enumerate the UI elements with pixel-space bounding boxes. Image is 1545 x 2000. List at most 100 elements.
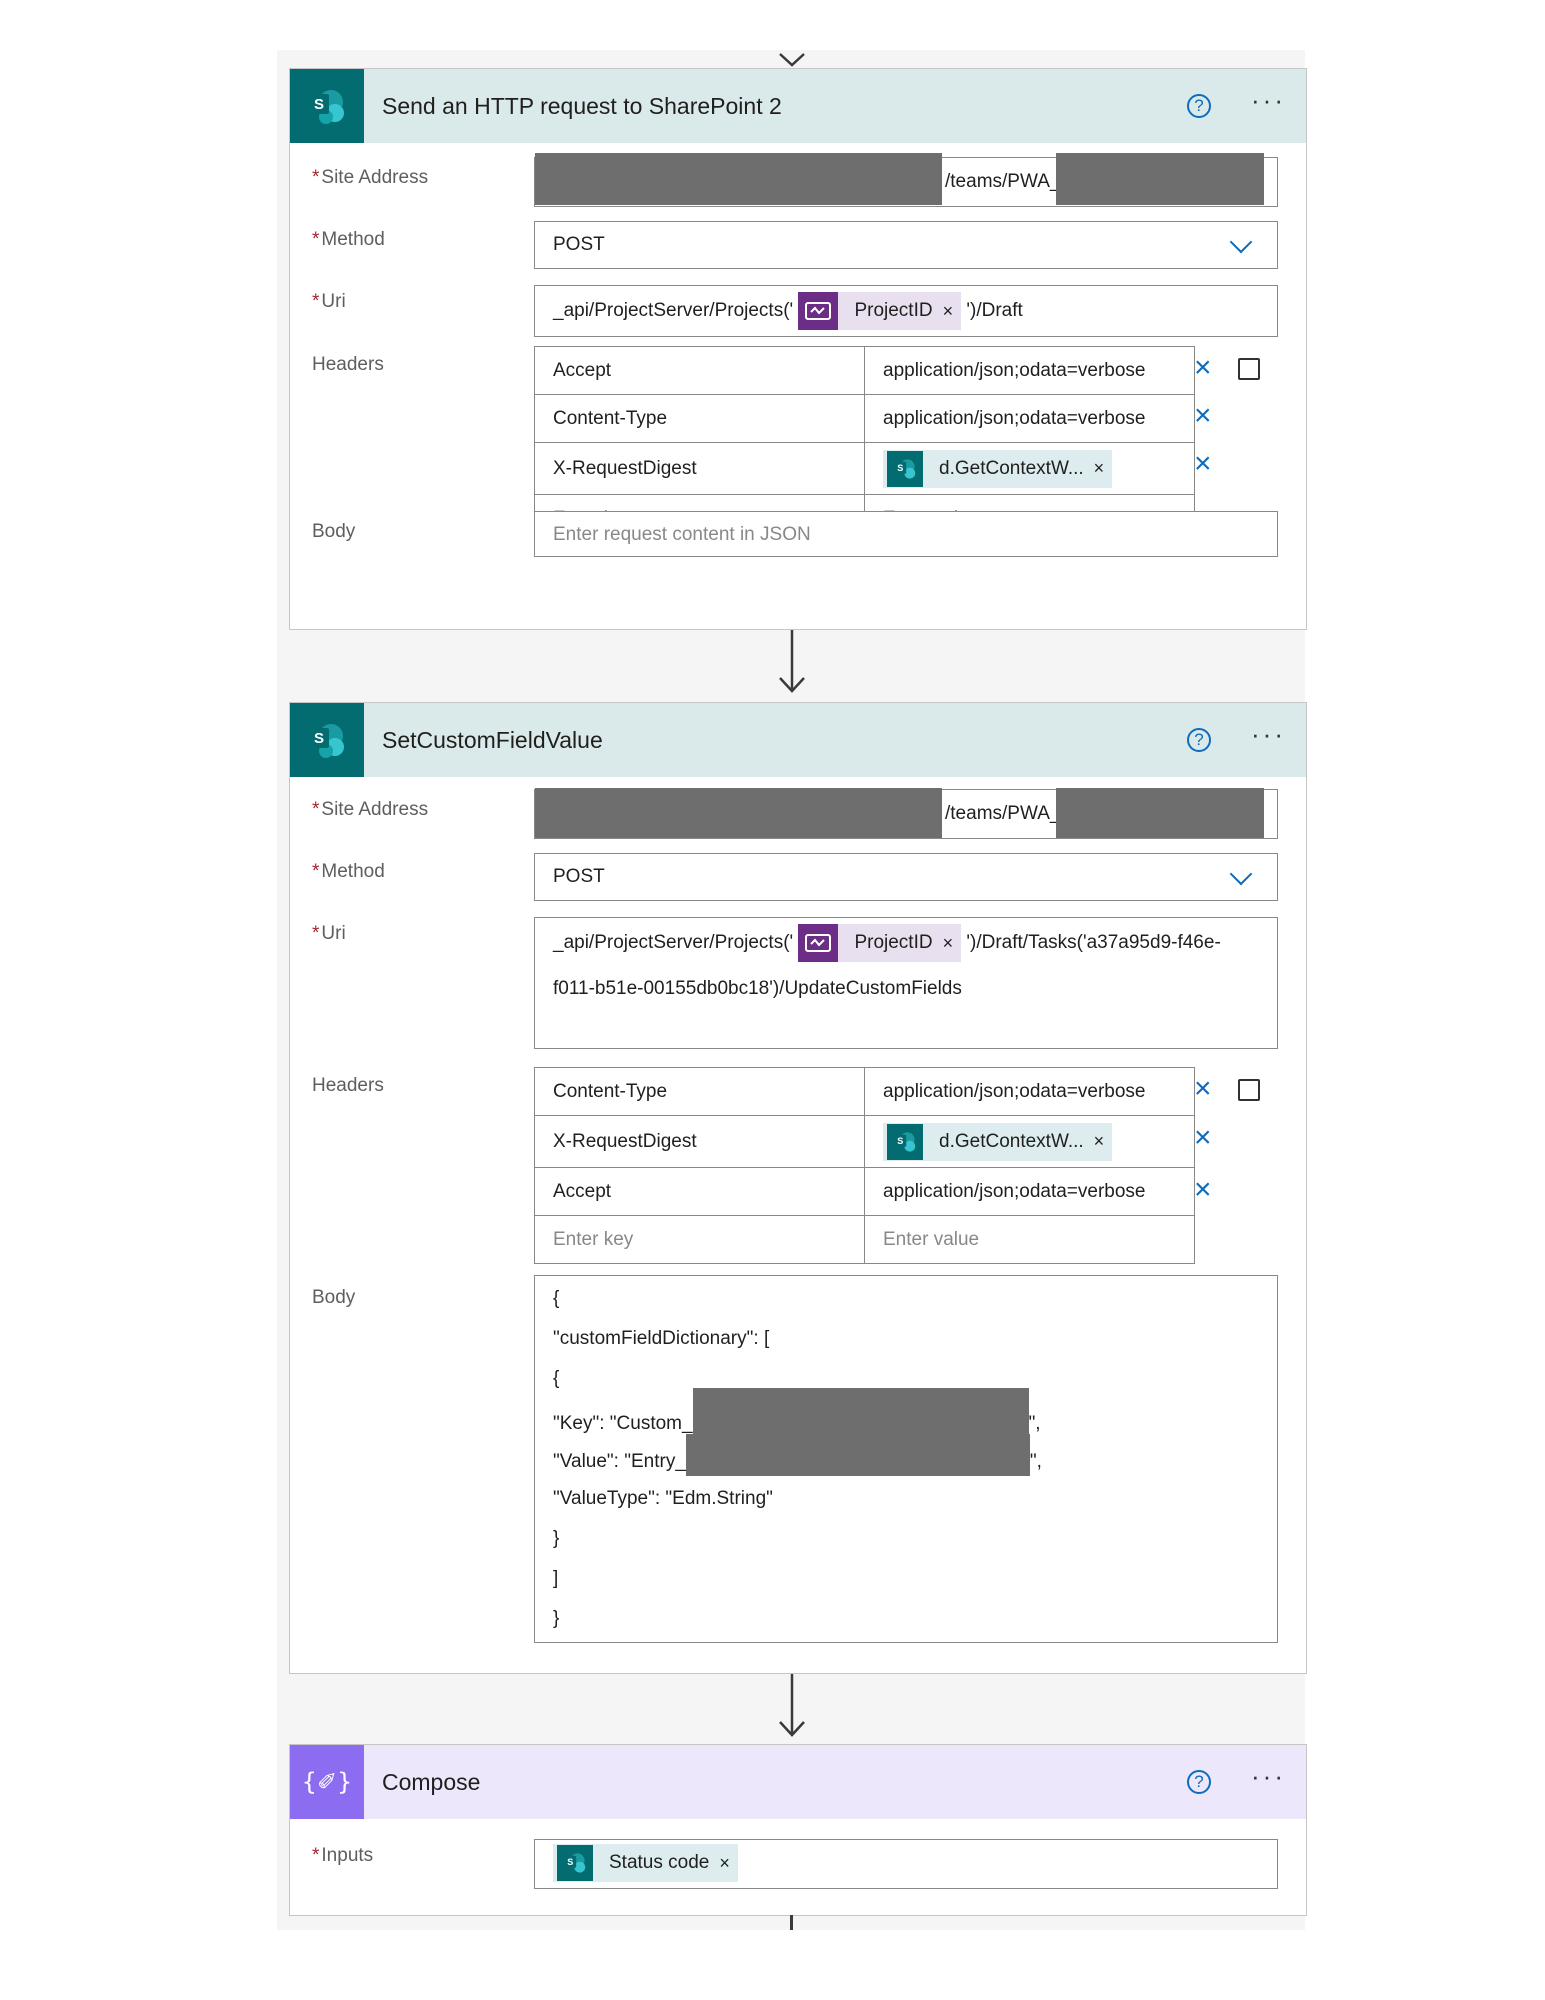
header-key-input[interactable]: Accept — [534, 346, 865, 395]
method-label: * Method — [312, 861, 385, 882]
action-header[interactable]: S Send an HTTP request to SharePoint 2 ?… — [290, 69, 1306, 143]
headers-label: Headers — [312, 354, 384, 375]
action-header[interactable]: S SetCustomFieldValue ? ··· — [290, 703, 1306, 777]
sharepoint-icon: S — [557, 1845, 593, 1881]
action-title[interactable]: Compose — [382, 1769, 1187, 1796]
uri-text-prefix: _api/ProjectServer/Projects(' — [553, 300, 794, 321]
table-row: Accept application/json;odata=verbose — [534, 1167, 1195, 1216]
more-options-icon[interactable]: ··· — [1251, 721, 1286, 751]
compose-icon: {✐} — [290, 1745, 364, 1819]
close-icon[interactable]: × — [1194, 1123, 1212, 1153]
body-label: Body — [312, 521, 356, 542]
svg-text:S: S — [314, 96, 324, 113]
close-icon[interactable]: × — [719, 1853, 738, 1874]
action-title[interactable]: Send an HTTP request to SharePoint 2 — [382, 93, 1187, 120]
sharepoint-icon: S — [290, 703, 364, 777]
dynamic-content-token-getcontext[interactable]: S d.GetContextW... × — [883, 1122, 1113, 1161]
more-options-icon[interactable]: ··· — [1251, 1763, 1286, 1793]
header-value-input[interactable]: application/json;odata=verbose — [864, 346, 1195, 395]
uri-text-suffix: ')/Draft/Tasks('a37a95d9-f46e- — [966, 932, 1221, 953]
token-label: ProjectID — [854, 300, 933, 321]
svg-text:S: S — [314, 730, 324, 747]
text-mode-icon[interactable] — [1238, 1079, 1260, 1101]
dynamic-content-token-projectid[interactable]: ProjectID × — [798, 292, 962, 330]
site-address-label: * Site Address — [312, 799, 429, 820]
method-value: POST — [553, 234, 605, 255]
header-key-input[interactable]: Content-Type — [534, 1067, 865, 1116]
method-select[interactable]: POST — [534, 853, 1278, 901]
body-placeholder: Enter request content in JSON — [553, 524, 811, 545]
connector-arrow — [777, 630, 807, 696]
sharepoint-icon: S — [887, 450, 923, 487]
inputs-field[interactable]: S Status code × — [534, 1839, 1278, 1889]
method-value: POST — [553, 866, 605, 887]
action-card-sharepoint-http-2: S Send an HTTP request to SharePoint 2 ?… — [289, 68, 1307, 630]
token-label: Status code — [609, 1852, 710, 1873]
header-key-input[interactable]: X-RequestDigest — [534, 1115, 865, 1168]
body-line: "customFieldDictionary": [ — [553, 1328, 770, 1349]
uri-text-continuation: f011-b51e-00155db0bc18')/UpdateCustomFie… — [553, 978, 962, 999]
site-address-field[interactable]: /teams/PWA_ — [534, 788, 1278, 839]
uri-label: * Uri — [312, 291, 346, 312]
body-line: "ValueType": "Edm.String" — [553, 1488, 773, 1509]
text-mode-icon[interactable] — [1238, 358, 1260, 380]
dynamic-content-token-getcontext[interactable]: S d.GetContextW... × — [883, 449, 1113, 488]
close-icon[interactable]: × — [1194, 1074, 1212, 1104]
close-icon[interactable]: × — [1194, 449, 1212, 479]
uri-field[interactable]: _api/ProjectServer/Projects(' ProjectID … — [534, 917, 1278, 1049]
help-icon[interactable]: ? — [1187, 1770, 1212, 1794]
chevron-down-icon[interactable] — [1229, 230, 1253, 254]
help-icon[interactable]: ? — [1187, 728, 1212, 752]
project-icon — [798, 292, 839, 330]
action-title[interactable]: SetCustomFieldValue — [382, 727, 1187, 754]
inputs-label: * Inputs — [312, 1845, 374, 1866]
token-label: d.GetContextW... — [939, 457, 1084, 479]
site-address-label: * Site Address — [312, 167, 429, 188]
header-key-input[interactable]: X-RequestDigest — [534, 442, 865, 495]
header-value-input[interactable]: Enter value — [864, 1215, 1195, 1264]
close-icon[interactable]: × — [1194, 1175, 1212, 1205]
table-row: Enter key Enter value — [534, 1215, 1195, 1264]
close-icon[interactable]: × — [1094, 1131, 1113, 1152]
chevron-down-icon[interactable] — [1229, 862, 1253, 886]
dynamic-content-token-status-code[interactable]: S Status code × — [553, 1844, 738, 1882]
connector-arrow — [777, 1674, 807, 1740]
body-line: ] — [553, 1568, 559, 1589]
header-key-input[interactable]: Enter key — [534, 1215, 865, 1264]
header-value-input[interactable]: S d.GetContextW... × — [864, 442, 1195, 495]
redacted-block — [692, 1388, 1029, 1440]
site-address-field[interactable]: /teams/PWA_ — [534, 153, 1278, 207]
token-label: ProjectID — [854, 932, 933, 953]
action-card-set-custom-field-value: S SetCustomFieldValue ? ··· * Site Addres… — [289, 702, 1307, 1674]
close-icon[interactable]: × — [943, 933, 962, 954]
body-input[interactable]: { "customFieldDictionary": [ { "Key": "C… — [534, 1275, 1278, 1643]
uri-text-prefix: _api/ProjectServer/Projects(' — [553, 932, 794, 953]
uri-field[interactable]: _api/ProjectServer/Projects(' ProjectID … — [534, 285, 1278, 337]
header-value-input[interactable]: S d.GetContextW... × — [864, 1115, 1195, 1168]
svg-text:S: S — [897, 1135, 903, 1145]
table-row: Content-Type application/json;odata=verb… — [534, 1067, 1195, 1116]
help-icon[interactable]: ? — [1187, 94, 1212, 118]
project-icon — [798, 924, 839, 962]
body-input[interactable]: Enter request content in JSON — [534, 511, 1278, 557]
header-key-input[interactable]: Accept — [534, 1167, 865, 1216]
body-line: } — [553, 1608, 560, 1629]
close-icon[interactable]: × — [1094, 458, 1113, 479]
sharepoint-icon: S — [290, 69, 364, 143]
header-value-input[interactable]: application/json;odata=verbose — [864, 1167, 1195, 1216]
header-value-input[interactable]: application/json;odata=verbose — [864, 1067, 1195, 1116]
headers-table: Content-Type application/json;odata=verb… — [534, 1067, 1195, 1264]
action-header[interactable]: {✐} Compose ? ··· — [290, 1745, 1306, 1819]
uri-text-suffix: ')/Draft — [966, 300, 1023, 321]
body-label: Body — [312, 1287, 356, 1308]
connector-line-bottom — [790, 1915, 793, 1930]
close-icon[interactable]: × — [1194, 401, 1212, 431]
header-value-input[interactable]: application/json;odata=verbose — [864, 394, 1195, 443]
header-key-input[interactable]: Content-Type — [534, 394, 865, 443]
more-options-icon[interactable]: ··· — [1251, 87, 1286, 117]
table-row: X-RequestDigest S d.GetContextW... × — [534, 442, 1195, 495]
close-icon[interactable]: × — [943, 301, 962, 322]
method-select[interactable]: POST — [534, 221, 1278, 269]
dynamic-content-token-projectid[interactable]: ProjectID × — [798, 924, 962, 962]
close-icon[interactable]: × — [1194, 353, 1212, 383]
